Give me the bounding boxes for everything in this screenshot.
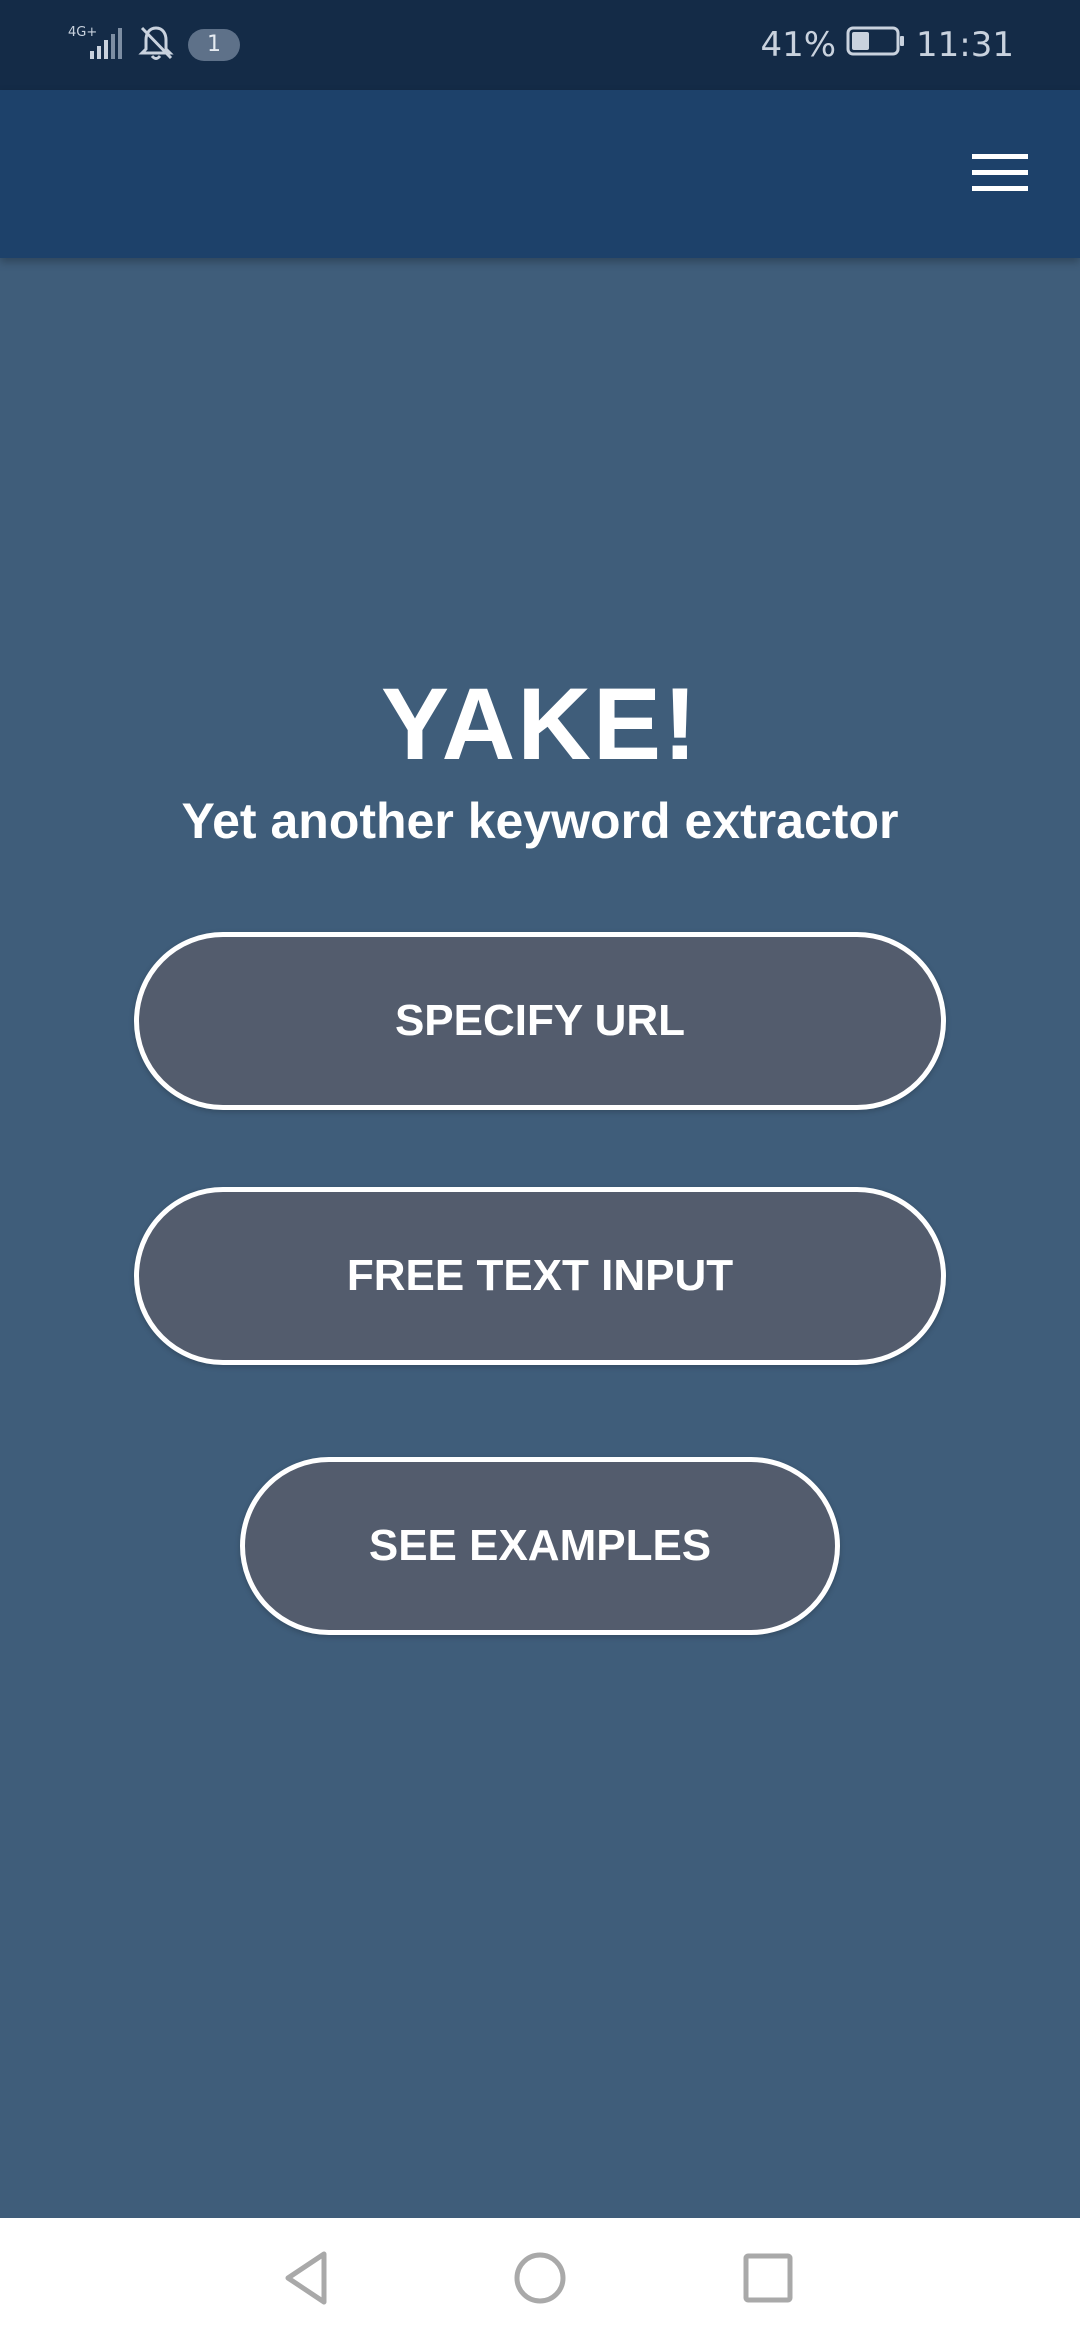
bell-off-icon: [138, 24, 174, 67]
free-text-input-button[interactable]: FREE TEXT INPUT: [134, 1187, 946, 1365]
signal-icon: 4G+: [68, 23, 124, 68]
free-text-input-label: FREE TEXT INPUT: [346, 1251, 734, 1300]
app-subtitle: Yet another keyword extractor: [181, 793, 899, 849]
back-icon[interactable]: [268, 2238, 348, 2318]
status-bar: 4G+ 1 41% 11:31: [0, 0, 1080, 90]
app-title: YAKE!: [381, 667, 699, 781]
see-examples-button[interactable]: SEE EXAMPLES: [240, 1457, 840, 1635]
notification-count-badge: 1: [188, 29, 240, 61]
status-left: 4G+ 1: [68, 22, 240, 68]
app-bar: [0, 90, 1080, 258]
recents-icon[interactable]: [728, 2238, 808, 2318]
hamburger-menu-icon[interactable]: [968, 140, 1032, 204]
specify-url-label: SPECIFY URL: [394, 996, 686, 1045]
battery-icon: [846, 25, 906, 66]
see-examples-label: SEE EXAMPLES: [368, 1521, 712, 1570]
system-nav-bar: [0, 2218, 1080, 2340]
battery-percent: 41%: [760, 25, 837, 65]
specify-url-button[interactable]: SPECIFY URL: [134, 932, 946, 1110]
home-icon[interactable]: [500, 2238, 580, 2318]
network-type-label: 4G+: [68, 25, 97, 40]
clock: 11:31: [916, 25, 1014, 65]
status-right: 41% 11:31: [760, 22, 1014, 68]
app-screen: 4G+ 1 41% 11:31 YAKE! Yet another keywor…: [0, 0, 1080, 2340]
battery-fill: [852, 31, 870, 50]
